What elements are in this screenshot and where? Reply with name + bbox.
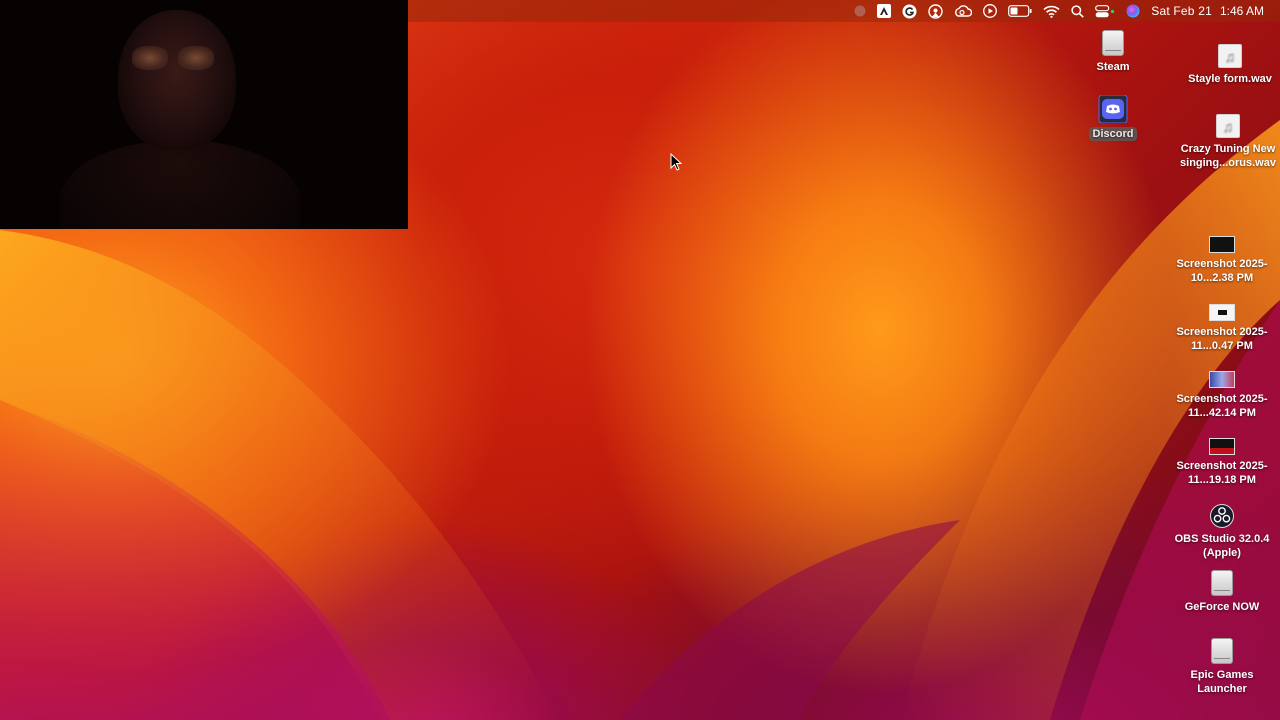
desktop-icon-label: Stayle form.wav <box>1188 73 1272 85</box>
grammarly-icon[interactable] <box>902 4 917 19</box>
discord-icon <box>1098 94 1128 124</box>
drive-icon <box>1102 30 1124 56</box>
audio-file-icon: ♫ <box>1216 114 1240 138</box>
desktop-icon-screenshot-4[interactable]: Screenshot 2025-11...19.18 PM <box>1168 438 1276 487</box>
screenshot-thumbnail-icon <box>1209 371 1235 388</box>
screenshot-thumbnail-icon <box>1209 438 1235 455</box>
webcam-glasses-right <box>178 46 214 70</box>
desktop-icon-stayle-form-wav[interactable]: ♫ Stayle form.wav <box>1180 44 1280 86</box>
webcam-person-body <box>60 140 300 229</box>
screenshot-thumbnail-icon <box>1209 236 1235 253</box>
desktop-icon-screenshot-2[interactable]: Screenshot 2025-11...0.47 PM <box>1168 304 1276 353</box>
desktop-icon-geforce-now[interactable]: GeForce NOW <box>1178 570 1266 614</box>
battery-icon[interactable] <box>1008 5 1032 17</box>
desktop-icon-crazy-tuning-wav[interactable]: ♫ Crazy Tuning New singing...orus.wav <box>1176 114 1280 170</box>
desktop-icon-steam[interactable]: Steam <box>1083 30 1143 74</box>
obs-icon <box>1210 504 1234 528</box>
record-icon[interactable] <box>854 5 866 17</box>
audio-file-icon: ♫ <box>1218 44 1242 68</box>
desktop-icon-label: GeForce NOW <box>1184 601 1260 613</box>
desktop-icon-label: Epic Games Launcher <box>1190 669 1254 695</box>
desktop-icon-label: Screenshot 2025-11...42.14 PM <box>1176 393 1268 419</box>
desktop-icon-epic-games-launcher[interactable]: Epic Games Launcher <box>1178 638 1266 696</box>
menu-bar-time[interactable]: 1:46 AM <box>1220 4 1264 18</box>
mouse-cursor-icon <box>670 152 683 176</box>
control-center-icon[interactable] <box>1095 4 1115 18</box>
desktop-icon-label: Crazy Tuning New singing...orus.wav <box>1180 143 1276 169</box>
desktop-icon-label: Screenshot 2025-11...0.47 PM <box>1176 326 1268 352</box>
desktop-icon-screenshot-1[interactable]: Screenshot 2025-10...2.38 PM <box>1168 236 1276 285</box>
drive-icon <box>1211 570 1233 596</box>
webcam-person-face <box>118 10 236 150</box>
adobe-icon[interactable] <box>877 4 892 18</box>
menu-bar-tray: Sat Feb 21 1:46 AM <box>854 0 1280 22</box>
desktop-icon-label: OBS Studio 32.0.4 (Apple) <box>1174 533 1270 559</box>
webcam-glasses-left <box>132 46 168 70</box>
siri-icon[interactable] <box>1126 4 1140 18</box>
menu-bar-date[interactable]: Sat Feb 21 <box>1151 4 1212 18</box>
drive-icon <box>1211 638 1233 664</box>
screenshot-thumbnail-icon <box>1209 304 1235 321</box>
wifi-icon[interactable] <box>1043 5 1060 18</box>
webcam-overlay <box>0 0 408 229</box>
desktop-icon-obs-studio[interactable]: OBS Studio 32.0.4 (Apple) <box>1168 504 1276 560</box>
desktop-icon-label: Screenshot 2025-11...19.18 PM <box>1176 460 1268 486</box>
desktop-icon-label: Steam <box>1096 61 1130 73</box>
search-icon[interactable] <box>1071 4 1085 18</box>
airplay-icon[interactable] <box>928 3 943 19</box>
creative-cloud-icon[interactable] <box>954 4 973 18</box>
desktop-icon-label: Screenshot 2025-10...2.38 PM <box>1176 258 1268 284</box>
desktop-icon-discord[interactable]: Discord <box>1083 94 1143 141</box>
desktop-icon-label: Discord <box>1088 127 1138 141</box>
desktop-icon-screenshot-3[interactable]: Screenshot 2025-11...42.14 PM <box>1168 371 1276 420</box>
play-icon[interactable] <box>983 4 998 18</box>
